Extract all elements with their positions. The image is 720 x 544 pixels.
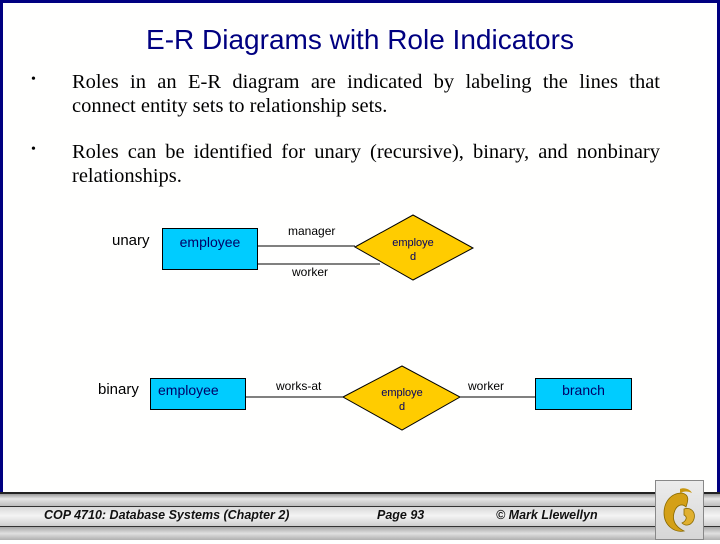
binary-relationship-label: employe d xyxy=(372,386,432,414)
footer-course: COP 4710: Database Systems (Chapter 2) xyxy=(44,508,290,522)
footer-author: © Mark Llewellyn xyxy=(496,508,598,522)
ucf-pegasus-logo-icon xyxy=(655,480,704,540)
footer-page-number: Page 93 xyxy=(377,508,425,522)
binary-entity-employee: employee xyxy=(150,378,246,410)
binary-label: binary xyxy=(98,381,139,398)
relationship-label-line2: d xyxy=(409,251,417,263)
footer-band-top xyxy=(0,492,720,506)
role-label-worker: worker xyxy=(292,265,329,279)
unary-entity-employee: employee xyxy=(162,228,258,270)
role-label-works-at: works-at xyxy=(276,379,322,393)
er-diagram-canvas xyxy=(246,214,535,431)
relationship-label-line2: d xyxy=(398,401,406,413)
role-label-manager: manager xyxy=(288,224,336,238)
slide-footer: COP 4710: Database Systems (Chapter 2) P… xyxy=(0,492,720,540)
slide: E-R Diagrams with Role Indicators • Role… xyxy=(0,0,720,540)
unary-relationship-label: employe d xyxy=(383,236,443,264)
role-label-worker-binary: worker xyxy=(468,379,505,393)
binary-entity-branch: branch xyxy=(535,378,632,410)
relationship-label-line1: employe xyxy=(381,387,423,399)
unary-label: unary xyxy=(112,232,150,249)
relationship-label-line1: employe xyxy=(392,237,434,249)
footer-band-bottom xyxy=(0,527,720,540)
